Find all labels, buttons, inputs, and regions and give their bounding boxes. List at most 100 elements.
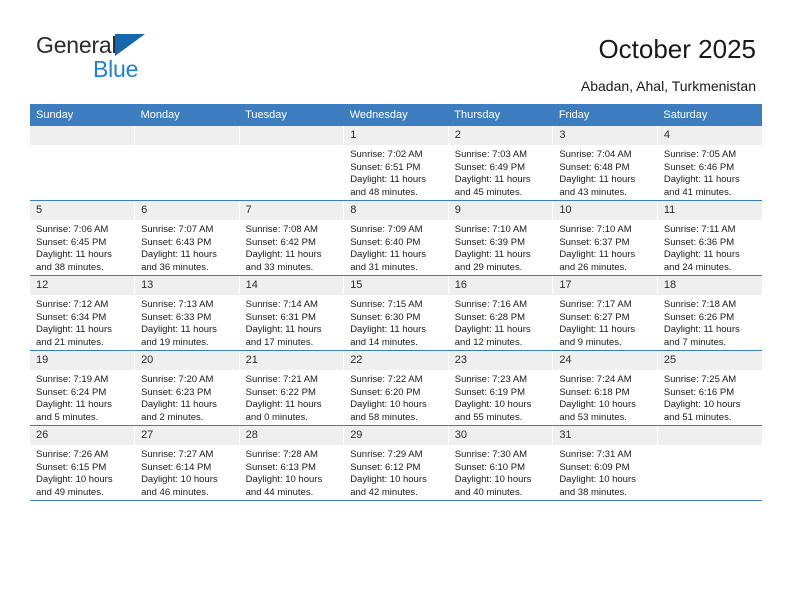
day-number: 4 [657,126,762,145]
daylight-text-line2: and 21 minutes. [36,336,104,348]
calendar-day-cell[interactable]: 10 Sunrise: 7:10 AM Sunset: 6:37 PM Dayligh… [552,200,658,276]
sunrise-text: Sunrise: 7:26 AM [36,449,109,460]
sunset-text: Sunset: 6:43 PM [141,236,212,248]
calendar-body: 1 Sunrise: 7:02 AM Sunset: 6:51 PM Daylight… [30,126,762,501]
calendar-day-cell[interactable]: 25 Sunrise: 7:25 AM Sunset: 6:16 PM Dayligh… [656,350,762,426]
daylight-text-line1: Daylight: 10 hours [350,399,427,411]
day-number: 31 [553,426,657,445]
calendar-day-cell[interactable]: 16 Sunrise: 7:16 AM Sunset: 6:28 PM Dayligh… [447,275,553,351]
brand-logo: General Blue [36,32,226,84]
day-number: 14 [239,276,344,295]
calendar-day-cell[interactable]: 20 Sunrise: 7:20 AM Sunset: 6:23 PM Dayligh… [134,350,240,426]
calendar-day-cell[interactable]: 2 Sunrise: 7:03 AM Sunset: 6:49 PM Daylight… [447,126,553,201]
sunset-text: Sunset: 6:45 PM [36,236,107,248]
day-number: 12 [30,276,135,295]
day-number: 13 [135,276,239,295]
daylight-text-line2: and 51 minutes. [663,411,732,423]
sunset-text: Sunset: 6:28 PM [454,311,525,323]
daylight-text-line2: and 44 minutes. [245,486,314,498]
calendar-day-cell[interactable]: 7 Sunrise: 7:08 AM Sunset: 6:42 PM Daylight… [238,200,344,276]
sunrise-text: Sunrise: 7:03 AM [454,149,528,160]
daylight-text-line2: and 58 minutes. [350,411,418,423]
day-sun-info: Sunrise: 7:24 AM Sunset: 6:18 PM Daylight:… [553,370,657,424]
calendar-day-cell[interactable]: 29 Sunrise: 7:29 AM Sunset: 6:12 PM Dayligh… [343,425,449,501]
calendar-empty-cell [656,425,762,501]
calendar-day-cell[interactable]: 11 Sunrise: 7:11 AM Sunset: 6:36 PM Dayligh… [656,200,762,276]
calendar-day-cell[interactable]: 14 Sunrise: 7:14 AM Sunset: 6:31 PM Dayligh… [238,275,344,351]
calendar-week-row: 5 Sunrise: 7:06 AM Sunset: 6:45 PM Daylight… [30,200,762,276]
calendar-day-cell[interactable]: 23 Sunrise: 7:23 AM Sunset: 6:19 PM Dayligh… [447,350,553,426]
calendar-day-cell[interactable]: 19 Sunrise: 7:19 AM Sunset: 6:24 PM Dayligh… [30,350,135,426]
daylight-text-line1: Daylight: 11 hours [663,174,740,186]
daylight-text-line1: Daylight: 11 hours [141,324,217,336]
calendar-day-cell[interactable]: 13 Sunrise: 7:13 AM Sunset: 6:33 PM Dayligh… [134,275,240,351]
brand-triangle-icon [115,34,146,56]
daylight-text-line2: and 2 minutes. [141,411,204,423]
daylight-text-line1: Daylight: 11 hours [454,174,531,186]
day-number: 27 [135,426,239,445]
calendar-day-cell[interactable]: 12 Sunrise: 7:12 AM Sunset: 6:34 PM Dayligh… [30,275,135,351]
day-sun-info: Sunrise: 7:06 AM Sunset: 6:45 PM Daylight:… [30,220,134,274]
daylight-text-line2: and 53 minutes. [559,411,627,423]
calendar-day-cell[interactable]: 5 Sunrise: 7:06 AM Sunset: 6:45 PM Daylight… [30,200,135,276]
calendar-day-cell[interactable]: 22 Sunrise: 7:22 AM Sunset: 6:20 PM Dayligh… [343,350,449,426]
calendar-week-row: 26 Sunrise: 7:26 AM Sunset: 6:15 PM Dayligh… [30,425,762,501]
daylight-text-line1: Daylight: 10 hours [141,474,218,486]
sunset-text: Sunset: 6:22 PM [245,386,316,398]
sunrise-text: Sunrise: 7:05 AM [663,149,737,160]
sunrise-text: Sunrise: 7:24 AM [559,374,632,385]
daylight-text-line1: Daylight: 10 hours [559,399,636,411]
calendar-day-cell[interactable]: 28 Sunrise: 7:28 AM Sunset: 6:13 PM Dayligh… [238,425,344,501]
sunset-text: Sunset: 6:31 PM [245,311,316,323]
sunset-text: Sunset: 6:26 PM [663,311,735,323]
day-number: 5 [30,201,135,220]
calendar-day-cell[interactable]: 27 Sunrise: 7:27 AM Sunset: 6:14 PM Dayligh… [134,425,240,501]
calendar-day-cell[interactable]: 6 Sunrise: 7:07 AM Sunset: 6:43 PM Daylight… [134,200,240,276]
calendar-day-cell[interactable]: 3 Sunrise: 7:04 AM Sunset: 6:48 PM Daylight… [552,126,658,201]
sunrise-text: Sunrise: 7:20 AM [141,374,214,385]
calendar-day-cell[interactable]: 26 Sunrise: 7:26 AM Sunset: 6:15 PM Dayligh… [30,425,135,501]
sunset-text: Sunset: 6:46 PM [663,161,735,173]
daylight-text-line2: and 24 minutes. [663,261,732,273]
sunrise-text: Sunrise: 7:09 AM [350,224,423,235]
daylight-text-line1: Daylight: 10 hours [663,399,741,411]
sunrise-text: Sunrise: 7:25 AM [663,374,737,385]
day-number: 11 [657,201,762,220]
sunset-text: Sunset: 6:24 PM [36,386,107,398]
day-sun-info: Sunrise: 7:20 AM Sunset: 6:23 PM Daylight:… [135,370,239,424]
day-sun-info: Sunrise: 7:22 AM Sunset: 6:20 PM Daylight:… [344,370,448,424]
sunrise-text: Sunrise: 7:14 AM [245,299,318,310]
sunset-text: Sunset: 6:12 PM [350,461,421,473]
day-number: 30 [448,426,553,445]
daylight-text-line1: Daylight: 11 hours [350,249,427,261]
calendar-day-cell[interactable]: 24 Sunrise: 7:24 AM Sunset: 6:18 PM Dayligh… [552,350,658,426]
sunrise-text: Sunrise: 7:02 AM [350,149,423,160]
daylight-text-line1: Daylight: 11 hours [454,324,531,336]
day-sun-info: Sunrise: 7:13 AM Sunset: 6:33 PM Daylight:… [135,295,239,349]
day-sun-info: Sunrise: 7:17 AM Sunset: 6:27 PM Daylight:… [553,295,657,349]
day-sun-info: Sunrise: 7:15 AM Sunset: 6:30 PM Daylight:… [344,295,448,349]
calendar-day-cell[interactable]: 21 Sunrise: 7:21 AM Sunset: 6:22 PM Dayligh… [238,350,344,426]
day-sun-info: Sunrise: 7:08 AM Sunset: 6:42 PM Daylight:… [240,220,344,274]
daylight-text-line2: and 36 minutes. [141,261,209,273]
day-sun-info: Sunrise: 7:03 AM Sunset: 6:49 PM Daylight:… [449,145,553,199]
calendar-day-cell[interactable]: 18 Sunrise: 7:18 AM Sunset: 6:26 PM Dayligh… [656,275,762,351]
day-number: 26 [30,426,135,445]
day-number [239,126,344,145]
calendar-day-cell[interactable]: 9 Sunrise: 7:10 AM Sunset: 6:39 PM Daylight… [447,200,553,276]
daylight-text-line2: and 31 minutes. [350,261,418,273]
calendar-day-cell[interactable]: 8 Sunrise: 7:09 AM Sunset: 6:40 PM Daylight… [343,200,449,276]
calendar-day-cell[interactable]: 1 Sunrise: 7:02 AM Sunset: 6:51 PM Daylight… [343,126,449,201]
daylight-text-line1: Daylight: 11 hours [350,324,427,336]
sunrise-text: Sunrise: 7:31 AM [559,449,632,460]
day-sun-info: Sunrise: 7:10 AM Sunset: 6:37 PM Daylight:… [553,220,657,274]
calendar-day-cell[interactable]: 31 Sunrise: 7:31 AM Sunset: 6:09 PM Dayligh… [552,425,658,501]
calendar-day-cell[interactable]: 4 Sunrise: 7:05 AM Sunset: 6:46 PM Daylight… [656,126,762,201]
page-header: General Blue October 2025 Abadan, Ahal, … [0,0,792,100]
calendar-day-cell[interactable]: 17 Sunrise: 7:17 AM Sunset: 6:27 PM Dayligh… [552,275,658,351]
sunset-text: Sunset: 6:09 PM [559,461,630,473]
daylight-text-line1: Daylight: 10 hours [350,474,427,486]
calendar-day-cell[interactable]: 30 Sunrise: 7:30 AM Sunset: 6:10 PM Dayligh… [447,425,553,501]
day-sun-info: Sunrise: 7:14 AM Sunset: 6:31 PM Daylight:… [240,295,344,349]
calendar-day-cell[interactable]: 15 Sunrise: 7:15 AM Sunset: 6:30 PM Dayligh… [343,275,449,351]
